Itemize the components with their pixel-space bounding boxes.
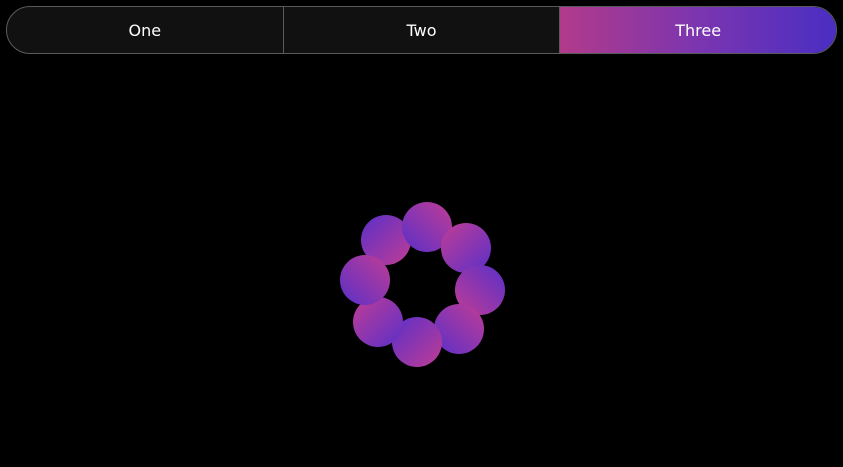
app-root: One Two Three (0, 0, 843, 467)
loading-spinner (340, 202, 505, 367)
spinner-dot (340, 255, 390, 305)
spinner-dots (340, 202, 505, 367)
